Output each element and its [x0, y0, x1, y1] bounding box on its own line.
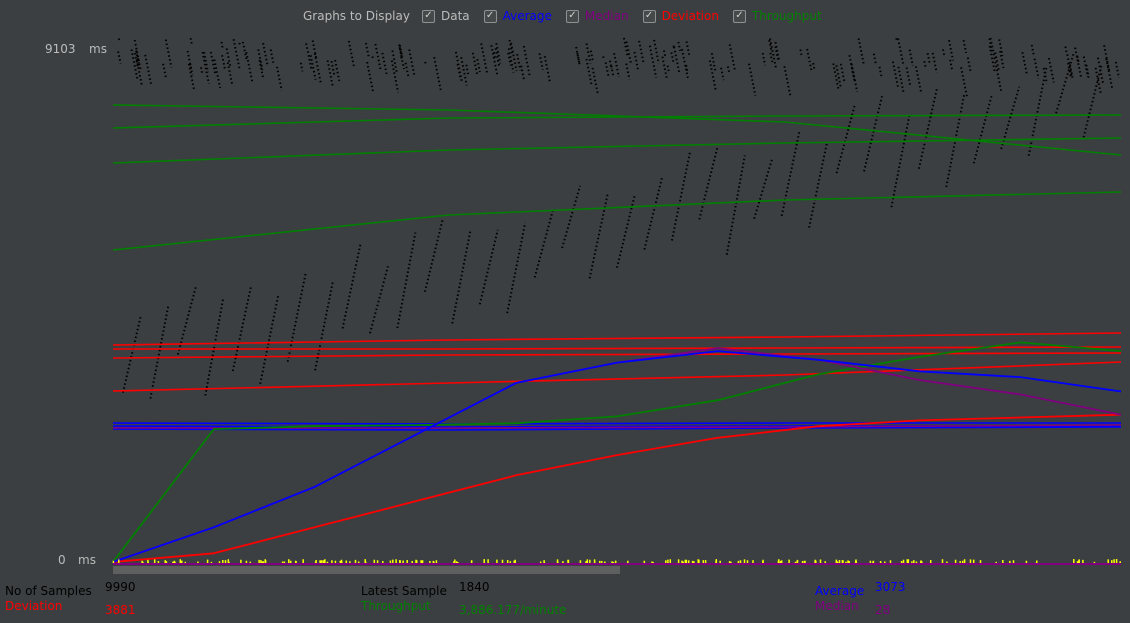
toggle-data[interactable]: ✓ Data — [421, 9, 470, 23]
toggle-deviation[interactable]: ✓ Deviation — [642, 9, 719, 23]
checkbox-icon[interactable]: ✓ — [565, 9, 579, 23]
toggle-data-label: Data — [440, 9, 470, 23]
throughput-value: 3,886.177/minute — [459, 603, 567, 617]
historical-line — [112, 422, 1121, 425]
graphs-to-display-toolbar: Graphs to Display ✓ Data ✓ Average ✓ Med… — [303, 7, 836, 25]
deviation-label: Deviation — [5, 599, 63, 613]
toggle-throughput-label: Throughput — [751, 9, 822, 23]
checkbox-icon[interactable]: ✓ — [421, 9, 435, 23]
toggle-throughput[interactable]: ✓ Throughput — [732, 9, 822, 23]
y-axis-max-value: 9103 — [45, 42, 76, 56]
graphs-to-display-label: Graphs to Display — [303, 9, 410, 23]
toggle-deviation-label: Deviation — [661, 9, 719, 23]
checkbox-icon[interactable]: ✓ — [642, 9, 656, 23]
samples-value: 9990 — [105, 580, 136, 594]
scrollbar-thumb[interactable] — [113, 566, 620, 574]
average-series-line — [112, 350, 1122, 563]
median-value: 28 — [875, 603, 891, 617]
checkbox-icon[interactable]: ✓ — [732, 9, 746, 23]
toggle-average-label: Average — [502, 9, 552, 23]
latest-sample-markers — [112, 559, 1121, 563]
deviation-series-line — [112, 413, 1122, 563]
historical-line — [112, 137, 1122, 164]
response-time-graph — [112, 37, 1122, 565]
historical-line — [112, 352, 1122, 359]
latest-sample-label: Latest Sample — [361, 584, 447, 598]
toggle-median[interactable]: ✓ Median — [565, 9, 629, 23]
y-axis-min-value: 0 — [58, 553, 66, 567]
historical-line — [112, 114, 1122, 129]
y-axis-max-unit: ms — [89, 42, 107, 56]
samples-label: No of Samples — [5, 584, 92, 598]
average-label: Average — [815, 584, 865, 598]
toggle-average[interactable]: ✓ Average — [483, 9, 552, 23]
checkbox-icon[interactable]: ✓ — [483, 9, 497, 23]
throughput-series-line — [112, 341, 1122, 563]
toggle-median-label: Median — [584, 9, 629, 23]
historical-line — [112, 332, 1122, 346]
latest-sample-value: 1840 — [459, 580, 490, 594]
horizontal-scrollbar[interactable] — [113, 566, 1121, 574]
historical-line — [112, 104, 1122, 156]
data-sample-points — [117, 37, 1120, 399]
average-value: 3073 — [875, 580, 906, 594]
historical-line — [112, 191, 1122, 251]
throughput-label: Throughput — [361, 599, 431, 613]
deviation-value: 3881 — [105, 603, 136, 617]
median-label: Median — [815, 599, 859, 613]
historical-line — [113, 346, 1122, 350]
y-axis-min-unit: ms — [78, 553, 96, 567]
